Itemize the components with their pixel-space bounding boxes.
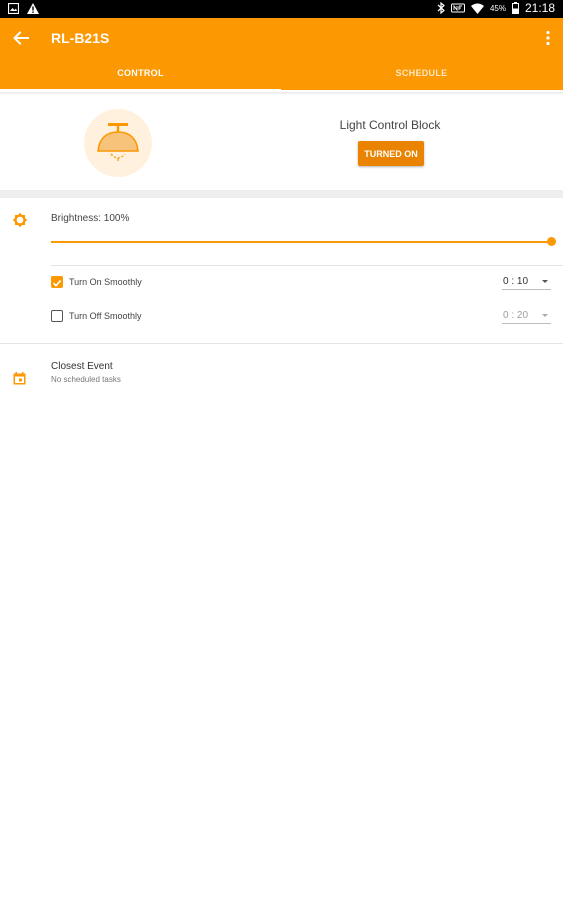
- calendar-icon: [13, 372, 26, 385]
- brightness-slider-track[interactable]: [51, 241, 552, 243]
- section-divider: [0, 190, 563, 198]
- turn-off-duration-dropdown[interactable]: 0 : 20: [502, 310, 551, 324]
- turn-on-duration-value: 0 : 10: [503, 276, 529, 287]
- divider: [0, 343, 563, 344]
- device-name: Light Control Block: [339, 118, 441, 132]
- brightness-icon: [12, 212, 28, 228]
- image-icon: [8, 3, 19, 14]
- nfc-icon: [450, 3, 465, 13]
- turn-off-duration-value: 0 : 20: [503, 310, 529, 321]
- page-title: RL-B21S: [51, 30, 110, 46]
- dropdown-arrow-icon: [542, 314, 548, 317]
- warning-icon: [27, 3, 39, 14]
- turn-off-smoothly-label: Turn Off Smoothly: [69, 311, 142, 321]
- wifi-icon: [470, 3, 484, 14]
- brightness-slider-thumb[interactable]: [547, 237, 556, 246]
- tab-control[interactable]: CONTROL: [0, 68, 281, 78]
- closest-event-title: Closest Event: [51, 361, 113, 372]
- app-bar: RL-B21S CONTROL SCHEDULE: [0, 18, 563, 90]
- closest-event-subtitle: No scheduled tasks: [51, 375, 121, 384]
- turn-off-smoothly-checkbox[interactable]: [51, 310, 63, 322]
- turn-on-smoothly-checkbox[interactable]: [51, 276, 63, 288]
- check-icon: [52, 280, 62, 287]
- back-arrow-icon[interactable]: [12, 29, 30, 47]
- battery-icon: [511, 2, 519, 14]
- tab-schedule[interactable]: SCHEDULE: [281, 68, 562, 78]
- power-state-button[interactable]: TURNED ON: [358, 141, 424, 166]
- device-avatar: [84, 109, 152, 177]
- battery-percent: 45%: [489, 3, 506, 13]
- more-vert-icon[interactable]: [545, 30, 551, 46]
- divider: [51, 265, 563, 266]
- brightness-label: Brightness: 100%: [51, 213, 130, 224]
- dropdown-arrow-icon: [542, 280, 548, 283]
- status-bar: 45% 21:18: [0, 0, 563, 18]
- turn-on-smoothly-label: Turn On Smoothly: [69, 277, 142, 287]
- lamp-icon: [97, 123, 139, 161]
- bluetooth-icon: [437, 2, 445, 14]
- turn-on-duration-dropdown[interactable]: 0 : 10: [502, 276, 551, 290]
- clock: 21:18: [524, 1, 555, 15]
